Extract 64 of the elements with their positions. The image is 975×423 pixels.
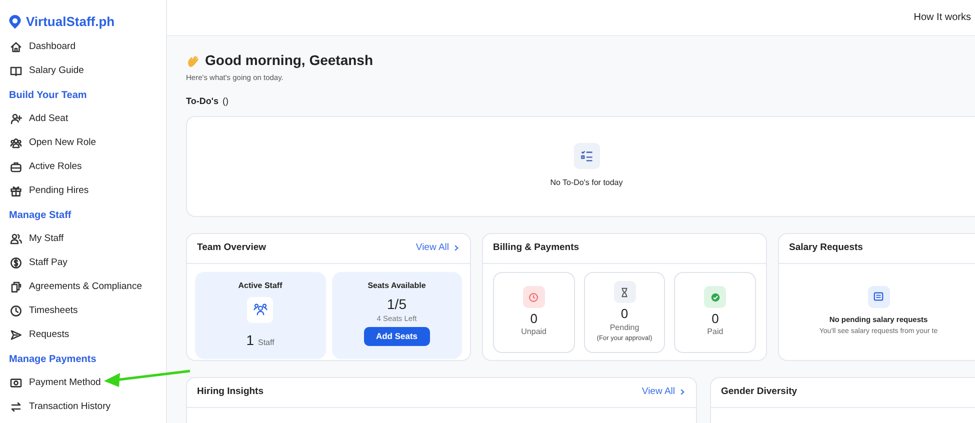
checklist-icon [580, 149, 594, 164]
chevron-right-icon [679, 388, 686, 396]
staff-unit: Staff [258, 336, 274, 349]
sidebar-item[interactable]: Open New Role [8, 131, 158, 155]
sidebar-item[interactable]: Dashboard [8, 35, 158, 59]
view-all-link[interactable]: View All [416, 241, 460, 256]
greeting-title: Good morning, Geetansh [205, 51, 374, 70]
documents-icon [10, 281, 22, 293]
section-heading: Build Your Team [9, 88, 88, 102]
staff-count: 1 [246, 330, 254, 350]
location-pin-icon [8, 14, 22, 30]
sidebar-item[interactable]: Salary Guide [8, 59, 158, 83]
panel-title: Billing & Payments [493, 241, 580, 256]
todos-count: () [222, 95, 228, 108]
panel-title: Salary Requests [789, 241, 863, 256]
sidebar-item[interactable]: Transaction History [8, 395, 158, 419]
panel-title: Gender Diversity [721, 385, 798, 400]
dollar-icon [10, 257, 22, 269]
book-icon [10, 65, 22, 77]
stat-value: 0 [712, 312, 719, 326]
panel-title: Hiring Insights [197, 385, 264, 400]
sidebar-item[interactable]: Pending Hires [8, 179, 158, 203]
todos-title: To-Do's [186, 95, 218, 108]
check-circle-icon [710, 292, 721, 303]
sidebar-item[interactable]: My Staff [8, 227, 158, 251]
sidebar-item[interactable]: Staff Pay [8, 251, 158, 275]
stat-value: 0 [530, 312, 538, 326]
sidebar-item[interactable]: Requests [8, 323, 158, 347]
add-seats-button[interactable]: Add Seats [364, 326, 430, 346]
clock-icon [10, 305, 22, 317]
panel-title: Team Overview [197, 241, 266, 256]
stat-label: Unpaid [521, 326, 547, 338]
user-plus-icon [10, 113, 22, 125]
users-icon [10, 137, 22, 149]
chevron-right-icon [453, 244, 460, 252]
sidebar-item[interactable]: Timesheets [8, 299, 158, 323]
sidebar-item[interactable]: Active Roles [8, 155, 158, 179]
view-all-link[interactable]: View All [642, 385, 686, 400]
users-icon [10, 233, 22, 245]
tile-label: Active Staff [238, 280, 282, 292]
send-icon [10, 329, 22, 341]
receipt-icon [873, 291, 884, 302]
how-it-works-link[interactable]: How It works [914, 10, 971, 25]
stat-label: Pending [610, 322, 640, 334]
sidebar-item[interactable]: Agreements & Compliance [8, 275, 158, 299]
sidebar-item[interactable]: Add Seat [8, 107, 158, 131]
brand-logo-text: VirtualStaff.ph [26, 12, 115, 31]
home-icon [10, 41, 22, 53]
transfer-icon [10, 401, 22, 413]
hourglass-icon [619, 286, 630, 298]
stat-value: 0 [620, 307, 628, 322]
gift-icon [10, 185, 22, 197]
sidebar-item[interactable]: Payment Method [8, 371, 158, 395]
clock-icon [528, 292, 540, 303]
seats-count: 1/5 [387, 296, 406, 313]
tile-label: Seats Available [368, 280, 426, 292]
empty-message: No To-Do's for today [550, 177, 623, 190]
section-heading: Manage Payments [9, 352, 98, 366]
card-icon [10, 377, 22, 389]
stat-label: Paid [707, 326, 724, 338]
briefcase-icon [10, 161, 22, 173]
section-heading: Manage Staff [9, 208, 72, 222]
waving-hand-icon [186, 53, 201, 68]
team-icon [252, 302, 268, 318]
